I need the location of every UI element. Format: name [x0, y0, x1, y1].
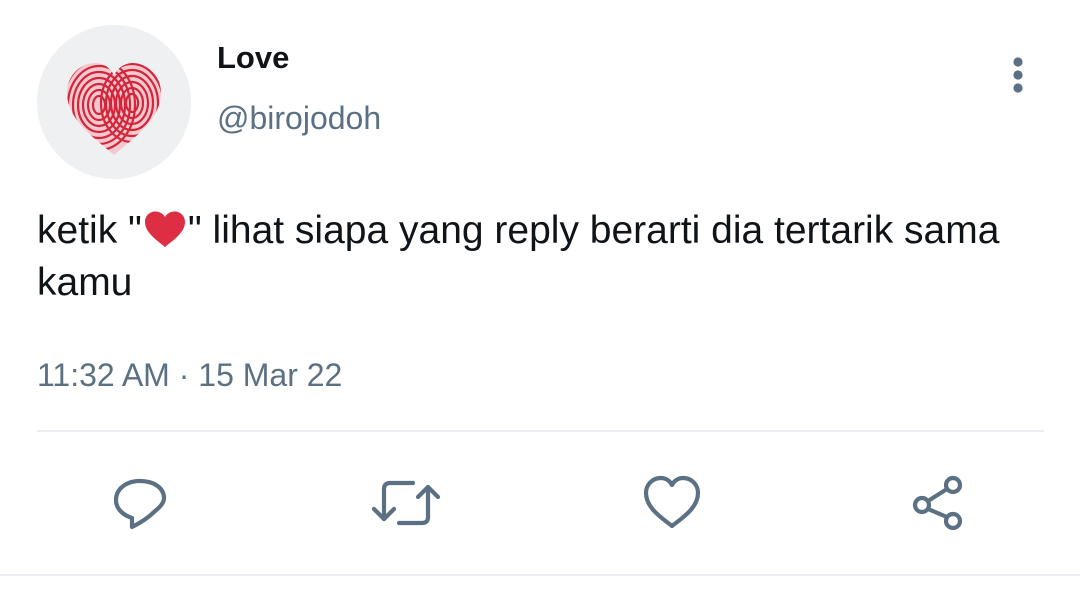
- tweet-timestamp[interactable]: 11:32 AM · 15 Mar 22: [37, 354, 342, 396]
- tweet-text: ketik " " lihat siapa yang reply berarti …: [37, 205, 1037, 309]
- red-heart-emoji-icon: [142, 209, 188, 249]
- divider: [37, 430, 1044, 432]
- share-icon: [912, 475, 963, 531]
- divider: [0, 574, 1080, 576]
- user-handle[interactable]: @birojodoh: [217, 96, 381, 140]
- display-name[interactable]: Love: [217, 38, 289, 78]
- avatar[interactable]: [37, 25, 191, 179]
- tweet-card: Love @birojodoh ketik " " lihat siapa yan…: [0, 0, 1080, 594]
- more-options-button[interactable]: [996, 50, 1040, 100]
- retweet-icon: [371, 480, 441, 526]
- reply-icon: [113, 478, 167, 530]
- fingerprint-heart-icon: [37, 25, 191, 179]
- like-heart-icon: [643, 475, 701, 529]
- retweet-button[interactable]: [371, 468, 441, 538]
- more-vertical-icon: [1013, 57, 1023, 93]
- tweet-actions-bar: [0, 468, 1080, 538]
- tweet-text-part1: ketik ": [37, 209, 142, 252]
- reply-button[interactable]: [105, 468, 175, 538]
- like-button[interactable]: [637, 468, 707, 538]
- share-button[interactable]: [903, 468, 973, 538]
